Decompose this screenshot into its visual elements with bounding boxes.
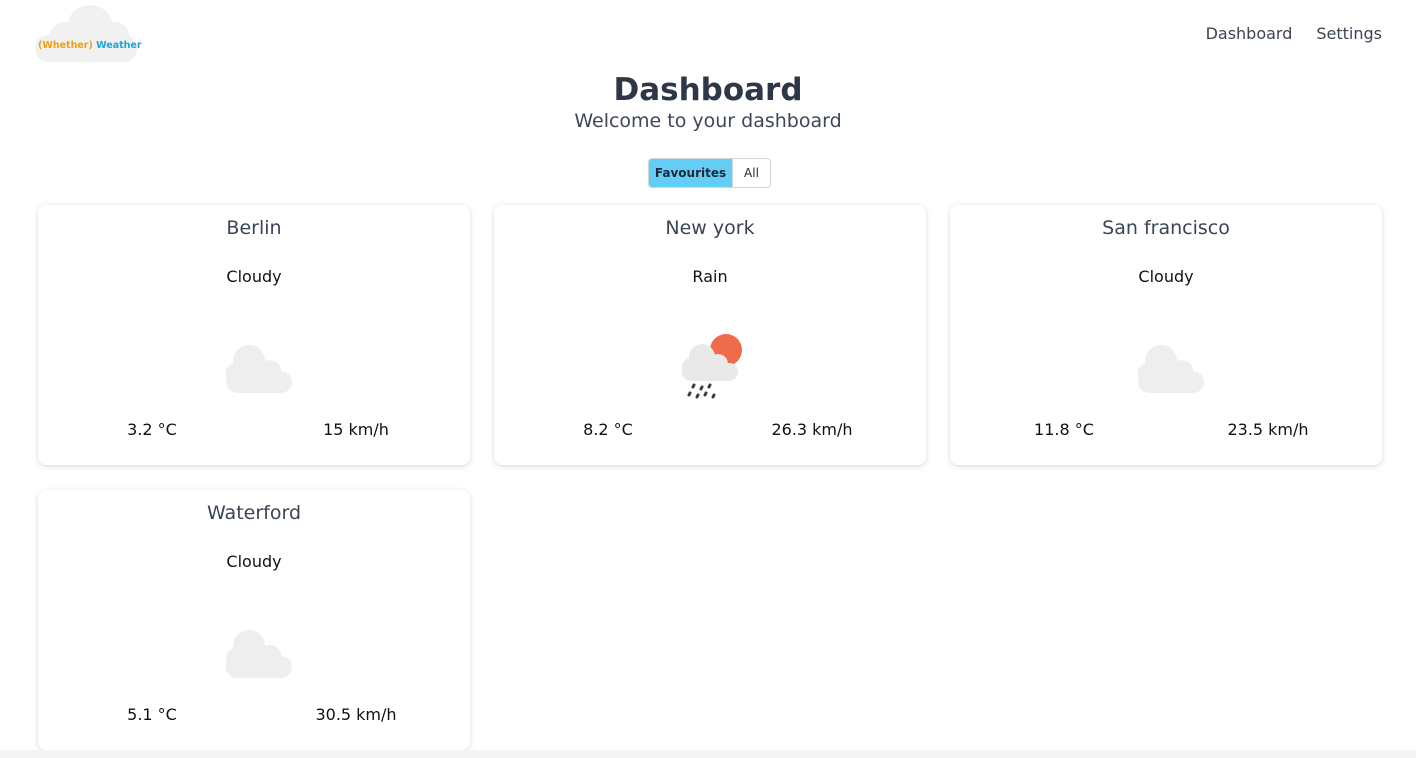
card-city: Berlin: [226, 217, 282, 239]
card-condition: Rain: [692, 267, 728, 286]
favourites-button[interactable]: Favourites: [649, 159, 732, 187]
card-wind-speed: 26.3 km/h: [771, 420, 853, 439]
card-city: New york: [665, 217, 755, 239]
cloud-icon: [1138, 345, 1204, 393]
card-wind-speed: 23.5 km/h: [1227, 420, 1309, 439]
weather-card-berlin[interactable]: Berlin Cloudy 3.2 °C 15 km/h: [38, 205, 470, 465]
card-wind-speed: 15 km/h: [323, 420, 389, 439]
card-condition: Cloudy: [1138, 267, 1194, 286]
weather-card-new-york[interactable]: New york Rain 8.2 °C 26.3 km/h: [494, 205, 926, 465]
app-logo[interactable]: (Whether) Weather: [32, 2, 142, 64]
card-condition: Cloudy: [226, 552, 282, 571]
page-title: Dashboard: [613, 72, 803, 108]
nav-dashboard-link[interactable]: Dashboard: [1206, 24, 1293, 43]
card-condition: Cloudy: [226, 267, 282, 286]
page-subtitle: Welcome to your dashboard: [574, 110, 842, 132]
logo-text: (Whether) Weather: [38, 40, 142, 51]
cloud-icon: [226, 345, 292, 393]
page-footer-strip: [0, 750, 1416, 758]
weather-card-san-francisco[interactable]: San francisco Cloudy 11.8 °C 23.5 km/h: [950, 205, 1382, 465]
top-nav: Dashboard Settings: [1206, 24, 1382, 43]
weather-card-waterford[interactable]: Waterford Cloudy 5.1 °C 30.5 km/h: [38, 490, 470, 750]
dashboard-page: (Whether) Weather Dashboard Settings Das…: [0, 0, 1416, 758]
cloud-icon: [226, 630, 292, 678]
card-temperature: 11.8 °C: [1034, 420, 1094, 439]
sun-rain-cloud-icon: [682, 334, 742, 399]
card-city: Waterford: [206, 502, 302, 524]
card-temperature: 8.2 °C: [583, 420, 633, 439]
filter-toggle: Favourites All: [648, 158, 771, 188]
logo-cloud-icon: [35, 5, 137, 62]
card-temperature: 3.2 °C: [127, 420, 177, 439]
card-temperature: 5.1 °C: [127, 705, 177, 724]
card-city: San francisco: [1102, 217, 1230, 239]
nav-settings-link[interactable]: Settings: [1316, 24, 1382, 43]
all-button[interactable]: All: [732, 159, 770, 187]
card-wind-speed: 30.5 km/h: [315, 705, 397, 724]
logo-word-weather: Weather: [96, 40, 142, 51]
logo-word-whether: (Whether): [38, 40, 93, 51]
